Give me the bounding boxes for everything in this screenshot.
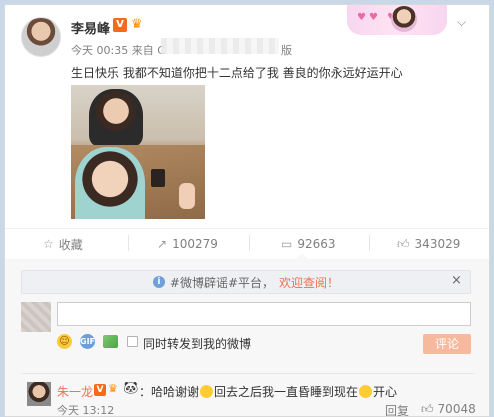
commenter-avatar[interactable] — [27, 382, 51, 406]
info-icon: i — [152, 276, 165, 288]
comment-panel-pointer — [295, 253, 309, 260]
post-timestamp: 今天 00:35 来自 C — [71, 44, 165, 57]
comment-count: 92663 — [297, 237, 336, 251]
close-icon[interactable]: × — [451, 273, 462, 288]
vip-member-icon[interactable]: ♛ — [131, 17, 147, 33]
favorite-button[interactable]: ☆ 收藏 — [43, 234, 83, 254]
comment-divider — [21, 373, 475, 374]
favorite-label: 收藏 — [58, 237, 83, 252]
author-avatar[interactable] — [21, 17, 61, 57]
comment-text-part: 开心 — [373, 385, 398, 399]
chevron-down-icon[interactable]: ⌵ — [457, 15, 466, 30]
smile-emoji-icon — [200, 385, 214, 398]
verified-icon: V — [94, 384, 106, 396]
author-name[interactable]: 李易峰 — [71, 18, 110, 37]
comment-icon: ▭ — [281, 237, 293, 251]
photo-person-front — [75, 147, 145, 219]
photo-hand — [179, 183, 195, 209]
like-button[interactable]: 👍︎ 343029 — [397, 234, 460, 254]
gif-icon[interactable]: GIF — [80, 334, 95, 349]
repost-option-label[interactable]: 同时转发到我的微博 — [143, 335, 251, 352]
comment-like-count: 70048 — [437, 402, 476, 416]
thumbs-up-icon: 👍︎ — [421, 402, 434, 416]
current-user-avatar — [21, 302, 51, 332]
action-bar-divider — [5, 228, 489, 229]
comment-input[interactable] — [57, 302, 471, 326]
photo-cup — [151, 169, 165, 187]
post-photo[interactable] — [71, 85, 205, 219]
submit-comment-button[interactable]: 评论 — [423, 334, 471, 354]
notice-text[interactable]: #微博辟谣#平台， — [170, 274, 274, 291]
action-separator — [369, 235, 370, 251]
post-text: 生日快乐 我都不知道你把十二点给了我 善良的你永远好运开心 — [71, 66, 403, 80]
post-source-suffix: 版 — [281, 44, 292, 57]
commenter-name[interactable]: 朱一龙 — [57, 383, 93, 400]
blurred-source-region — [161, 38, 279, 54]
bookmark-icon: ☆ — [43, 237, 54, 251]
comment-text: ：哈哈谢谢 回去之后我一直昏睡到现在 开心 — [139, 383, 397, 400]
comment-button[interactable]: ▭ 92663 — [281, 234, 336, 254]
reply-button[interactable]: 回复 — [385, 402, 409, 416]
notice-link[interactable]: 欢迎查阅！ — [279, 274, 339, 291]
repost-icon: ↗ — [157, 237, 168, 251]
panda-badge-icon: 🐼︎ — [123, 381, 139, 395]
vip-member-icon[interactable]: ♛ — [108, 382, 118, 395]
comment-text-part: 回去之后我一直昏睡到现在 — [214, 385, 359, 399]
comment-text-part: ：哈哈谢谢 — [139, 385, 200, 399]
verified-icon: V — [113, 18, 127, 32]
repost-count: 100279 — [172, 237, 218, 251]
comment-like-button[interactable]: 👍︎ 70048 — [421, 402, 476, 416]
repost-button[interactable]: ↗ 100279 — [157, 234, 218, 254]
emoji-icon[interactable]: ☺ — [57, 334, 72, 349]
badge-avatar-image — [391, 6, 417, 32]
thumbs-up-icon: 👍︎ — [397, 236, 410, 251]
image-icon[interactable] — [103, 335, 118, 348]
like-count: 343029 — [414, 237, 461, 251]
action-separator — [128, 235, 129, 251]
action-separator — [249, 235, 250, 251]
sleepy-emoji-icon — [359, 385, 373, 398]
comment-time: 今天 13:12 — [57, 404, 115, 417]
rumor-notice-banner: i #微博辟谣#平台， 欢迎查阅！ — [21, 270, 471, 294]
photo-person-back — [89, 89, 143, 147]
repost-checkbox[interactable] — [127, 336, 138, 347]
weibo-post-card: 李易峰 V ♛ ♥♥ ♥ ⌵ 今天 00:35 来自 C 版 生日快乐 我都不知… — [4, 4, 490, 417]
